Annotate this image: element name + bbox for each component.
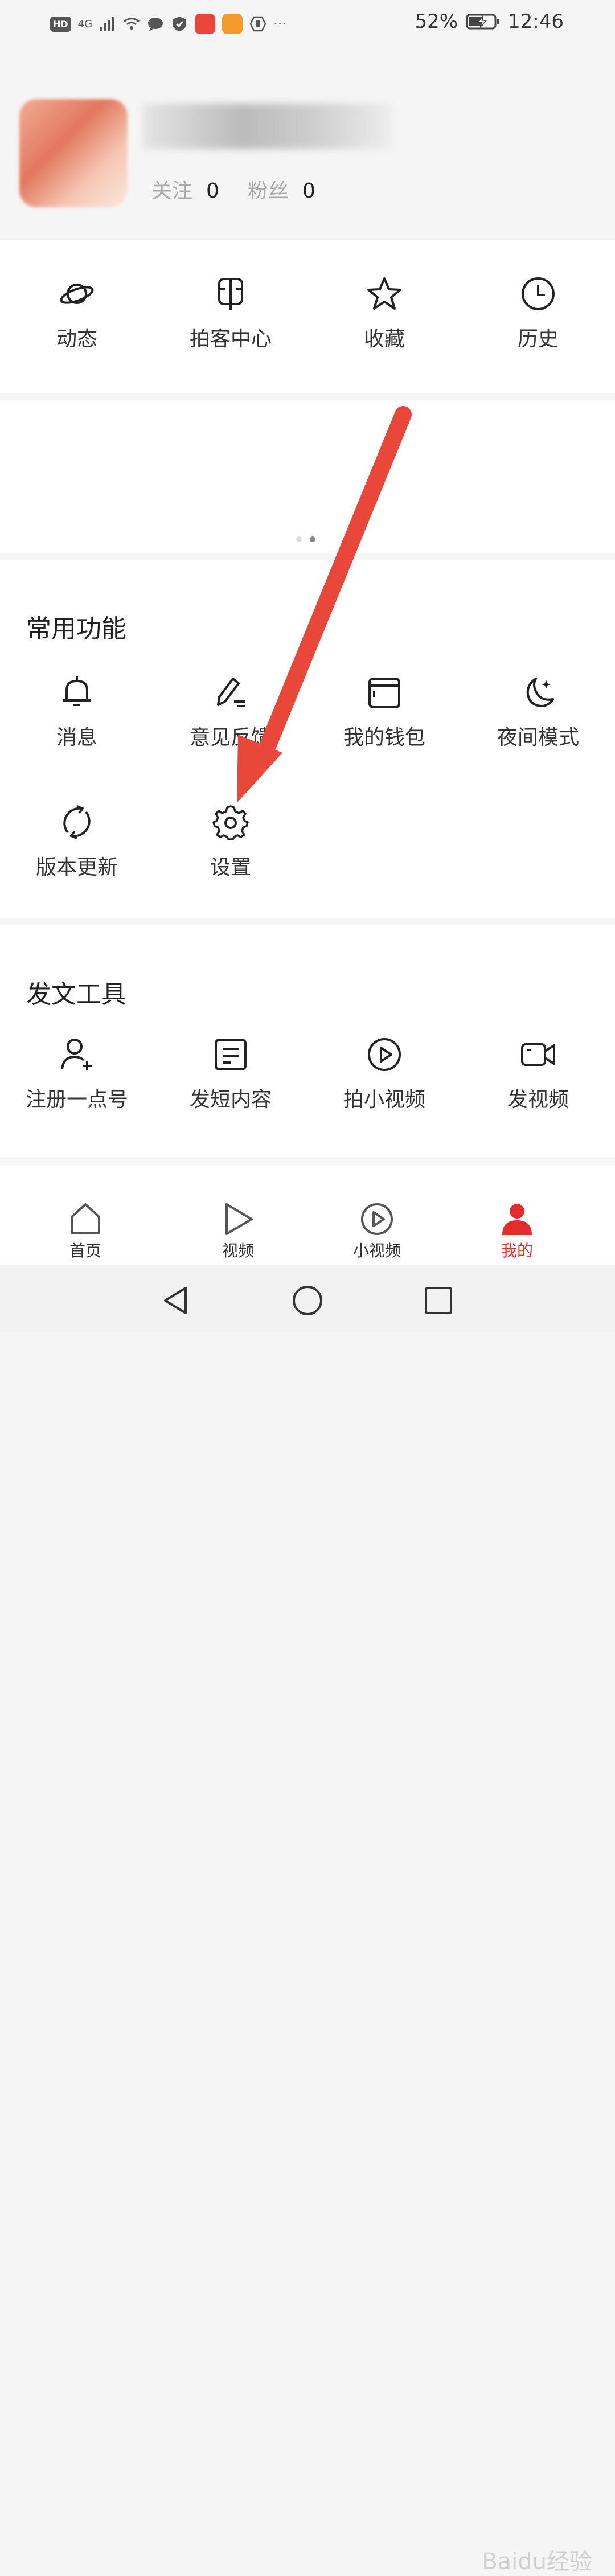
tab-short-video[interactable]: 小视频 bbox=[326, 1202, 428, 1261]
tab-label: 小视频 bbox=[352, 1241, 401, 1260]
tab-home[interactable]: 首页 bbox=[34, 1202, 137, 1261]
profile-header[interactable]: 关注 0 粉丝 0 bbox=[0, 48, 615, 239]
edit-icon bbox=[217, 678, 245, 707]
function-label: 版本更新 bbox=[35, 856, 118, 879]
function-label: 夜间模式 bbox=[497, 726, 579, 749]
home-nav-icon[interactable] bbox=[292, 1285, 323, 1316]
video-app-icon bbox=[222, 14, 243, 34]
more-indicator: ··· bbox=[273, 16, 286, 32]
quick-action-label: 收藏 bbox=[363, 327, 405, 351]
quick-action-label: 历史 bbox=[517, 327, 559, 351]
quick-action-label: 动态 bbox=[56, 327, 97, 351]
status-icons-right: 52% 12:46 bbox=[415, 10, 564, 33]
moon-icon bbox=[526, 678, 554, 707]
hand-icon bbox=[249, 16, 266, 32]
posting-tools-card: 发文工具 注册一点号 发短内容 拍小视频 发视频 bbox=[0, 925, 615, 1158]
home-icon bbox=[71, 1203, 100, 1234]
function-label: 设置 bbox=[210, 856, 251, 879]
battery-icon bbox=[466, 14, 499, 30]
add-user-icon bbox=[61, 1039, 92, 1070]
clock-icon bbox=[522, 277, 555, 310]
tab-mine[interactable]: 我的 bbox=[466, 1202, 568, 1261]
banner-carousel[interactable] bbox=[0, 400, 615, 553]
quick-action-creator-center[interactable]: 拍客中心 bbox=[154, 276, 308, 352]
clock-time: 12:46 bbox=[508, 10, 564, 33]
follow-stats: 关注 0 粉丝 0 bbox=[151, 174, 315, 204]
function-wallet[interactable]: 我的钱包 bbox=[308, 674, 461, 750]
watermark: Baidu经验 bbox=[482, 2549, 592, 2575]
tab-label: 视频 bbox=[222, 1241, 254, 1260]
play-circle-icon bbox=[361, 1203, 393, 1235]
quick-action-label: 拍客中心 bbox=[189, 327, 272, 351]
tab-label: 首页 bbox=[69, 1241, 101, 1260]
quick-action-history[interactable]: 历史 bbox=[461, 276, 615, 352]
function-settings[interactable]: 设置 bbox=[154, 804, 308, 880]
gear-icon bbox=[212, 805, 249, 840]
quick-actions-card: 动态 拍客中心 收藏 历史 bbox=[0, 240, 615, 393]
status-icons-left: HD 4G ··· bbox=[50, 11, 286, 36]
username-blurred bbox=[142, 104, 393, 149]
back-icon[interactable] bbox=[161, 1285, 192, 1316]
tool-shoot-short-video[interactable]: 拍小视频 bbox=[308, 1036, 461, 1113]
tool-label: 拍小视频 bbox=[343, 1088, 425, 1111]
huawei-app-icon bbox=[195, 14, 216, 34]
function-label: 我的钱包 bbox=[343, 726, 425, 749]
pagination-dot bbox=[296, 536, 302, 542]
shield-icon bbox=[173, 17, 187, 31]
refresh-icon bbox=[63, 805, 91, 839]
play-circle-icon bbox=[368, 1038, 401, 1071]
function-label: 消息 bbox=[56, 726, 97, 749]
section-title: 常用功能 bbox=[26, 614, 126, 643]
star-icon bbox=[367, 277, 401, 310]
status-bar: HD 4G ··· 52% 12:46 bbox=[0, 0, 615, 48]
user-icon bbox=[502, 1204, 532, 1235]
hd-badge: HD bbox=[50, 16, 71, 32]
pagination-dot-active bbox=[310, 536, 315, 542]
bottom-card-edge bbox=[0, 1165, 615, 1188]
section-title: 发文工具 bbox=[26, 980, 126, 1009]
wallet-icon bbox=[368, 678, 400, 708]
wifi-icon bbox=[124, 18, 140, 30]
recents-icon[interactable] bbox=[423, 1285, 454, 1316]
message-bubble-icon bbox=[148, 18, 163, 31]
system-nav-bar: Baidu经验 bbox=[0, 1265, 615, 2575]
common-functions-card: 常用功能 消息 意见反馈 我的钱包 夜间模式 版本更新 设置 bbox=[0, 560, 615, 918]
function-messages[interactable]: 消息 bbox=[0, 674, 154, 750]
bell-icon bbox=[63, 676, 91, 706]
planet-icon bbox=[60, 284, 94, 304]
quick-action-dynamic[interactable]: 动态 bbox=[0, 276, 154, 352]
following-stat[interactable]: 关注 0 bbox=[151, 174, 219, 204]
function-night-mode[interactable]: 夜间模式 bbox=[461, 674, 615, 750]
tool-register-account[interactable]: 注册一点号 bbox=[0, 1036, 154, 1113]
bottom-tab-bar: 首页 视频 小视频 我的 bbox=[0, 1188, 615, 1266]
avatar[interactable] bbox=[19, 99, 128, 207]
quick-action-favorites[interactable]: 收藏 bbox=[308, 276, 461, 352]
function-label: 意见反馈 bbox=[189, 726, 272, 749]
tool-short-content[interactable]: 发短内容 bbox=[154, 1036, 308, 1113]
tool-post-video[interactable]: 发视频 bbox=[461, 1036, 615, 1113]
note-icon bbox=[215, 1039, 247, 1070]
battery-percent: 52% bbox=[415, 10, 458, 33]
function-version-update[interactable]: 版本更新 bbox=[0, 804, 154, 880]
video-camera-icon bbox=[521, 1043, 555, 1066]
play-icon bbox=[226, 1203, 253, 1235]
banner-pagination bbox=[296, 536, 315, 542]
monitor-icon bbox=[218, 278, 243, 310]
tool-label: 发短内容 bbox=[189, 1088, 272, 1111]
tab-label: 我的 bbox=[501, 1241, 533, 1260]
fans-stat[interactable]: 粉丝 0 bbox=[248, 174, 315, 204]
tab-video[interactable]: 视频 bbox=[187, 1202, 289, 1261]
network-label: 4G bbox=[77, 18, 93, 30]
tool-label: 注册一点号 bbox=[25, 1088, 128, 1111]
tool-label: 发视频 bbox=[507, 1088, 569, 1111]
signal-icon bbox=[100, 17, 115, 31]
function-feedback[interactable]: 意见反馈 bbox=[154, 674, 308, 750]
